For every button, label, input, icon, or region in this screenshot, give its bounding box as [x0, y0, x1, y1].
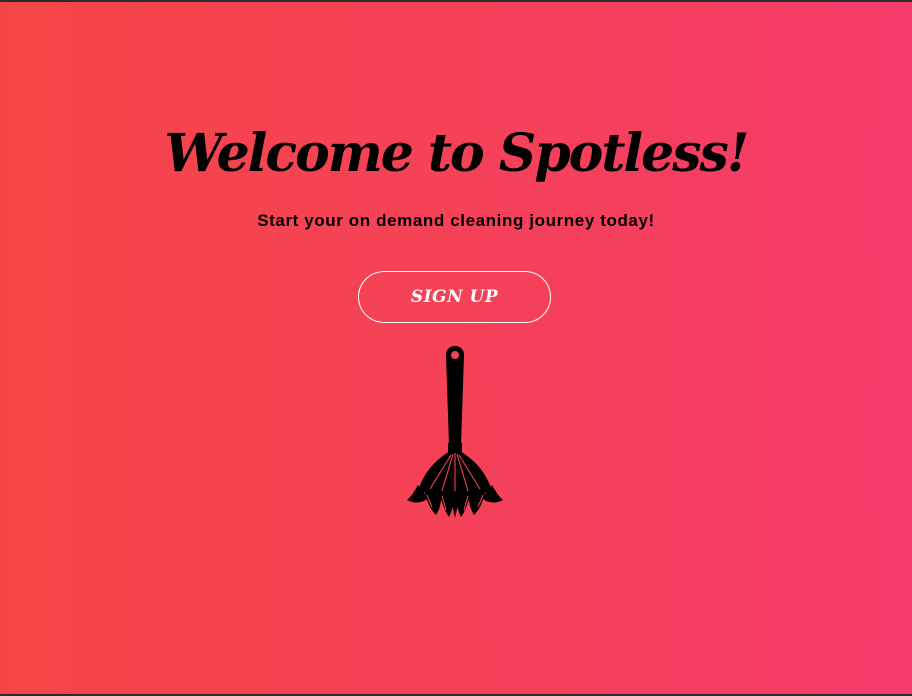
feather-duster-icon	[407, 346, 503, 518]
sign-up-button[interactable]: SIGN UP	[358, 271, 551, 323]
page-subtitle: Start your on demand cleaning journey to…	[257, 211, 655, 230]
landing-page: Welcome to Spotless! Start your on deman…	[0, 2, 912, 694]
page-title: Welcome to Spotless!	[164, 123, 749, 184]
